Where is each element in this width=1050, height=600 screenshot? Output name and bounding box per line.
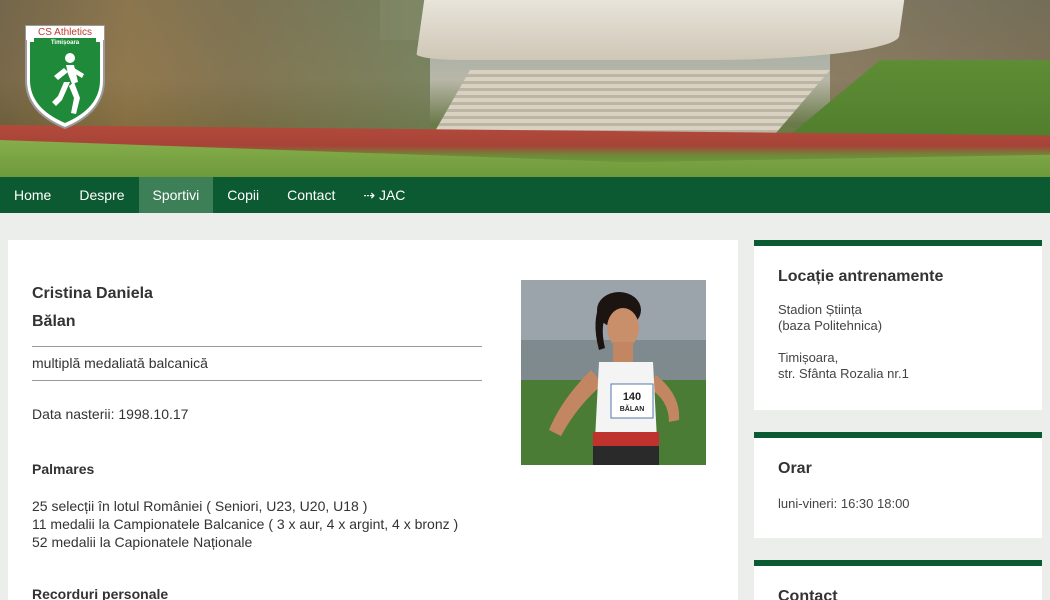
nav-despre[interactable]: Despre	[65, 177, 138, 213]
athlete-photo[interactable]: 140 BĂLAN	[521, 280, 706, 465]
athlete-card: Cristina Daniela Bălan multiplă medaliat…	[8, 240, 738, 600]
contact-card: Contact	[754, 560, 1042, 600]
athlete-name: Cristina Daniela Bălan	[32, 280, 332, 336]
palmares-item: 11 medalii la Campionatele Balcanice ( 3…	[32, 516, 459, 532]
stadium-roof	[415, 0, 905, 60]
bib-name: BĂLAN	[620, 404, 645, 413]
logo-city-text: Timișoara	[51, 40, 80, 46]
location-city: Timișoara,	[778, 350, 839, 365]
schedule-heading: Orar	[778, 460, 812, 477]
palmares-item: 52 medalii la Capionatele Naționale	[32, 534, 253, 550]
palmares-list: 25 selecții în lotul României ( Seniori,…	[32, 497, 458, 551]
nav-home[interactable]: Home	[0, 177, 65, 213]
athlete-photo-image: 140 BĂLAN	[521, 280, 706, 465]
main-nav: Home Despre Sportivi Copii Contact ⇢ JAC	[0, 177, 1050, 213]
location-stadium: Stadion Știința	[778, 302, 862, 317]
athlete-first-name: Cristina Daniela	[32, 285, 153, 302]
athlete-last-name: Bălan	[32, 313, 76, 330]
divider-bottom	[32, 380, 482, 381]
location-base: (baza Politehnica)	[778, 318, 883, 333]
nav-sportivi[interactable]: Sportivi	[138, 177, 214, 213]
schedule-hours: luni-vineri: 16:30 18:00	[778, 496, 910, 511]
location-card: Locație antrenamente Stadion Știința (ba…	[754, 240, 1042, 410]
palmares-heading: Palmares	[32, 461, 95, 477]
runner-shield-icon: CS Athletics Timișoara	[25, 25, 105, 130]
divider-top	[32, 346, 482, 347]
logo-title-text: CS Athletics	[38, 27, 92, 38]
nav-jac[interactable]: ⇢ JAC	[349, 177, 419, 213]
athlete-subtitle: multiplă medaliată balcanică	[32, 355, 208, 371]
stadium-stands	[430, 70, 830, 140]
club-logo[interactable]: CS Athletics Timișoara	[22, 20, 108, 132]
athlete-birthdate: Data nasterii: 1998.10.17	[32, 406, 189, 422]
bib-number: 140	[623, 391, 641, 403]
location-street: str. Sfânta Rozalia nr.1	[778, 366, 909, 381]
nav-contact[interactable]: Contact	[273, 177, 349, 213]
location-heading: Locație antrenamente	[778, 268, 944, 285]
schedule-card: Orar luni-vineri: 16:30 18:00	[754, 432, 1042, 538]
nav-copii[interactable]: Copii	[213, 177, 273, 213]
records-heading: Recorduri personale	[32, 586, 169, 600]
contact-heading: Contact	[778, 588, 838, 600]
palmares-item: 25 selecții în lotul României ( Seniori,…	[32, 498, 368, 514]
header-banner: CS Athletics Timișoara	[0, 0, 1050, 177]
